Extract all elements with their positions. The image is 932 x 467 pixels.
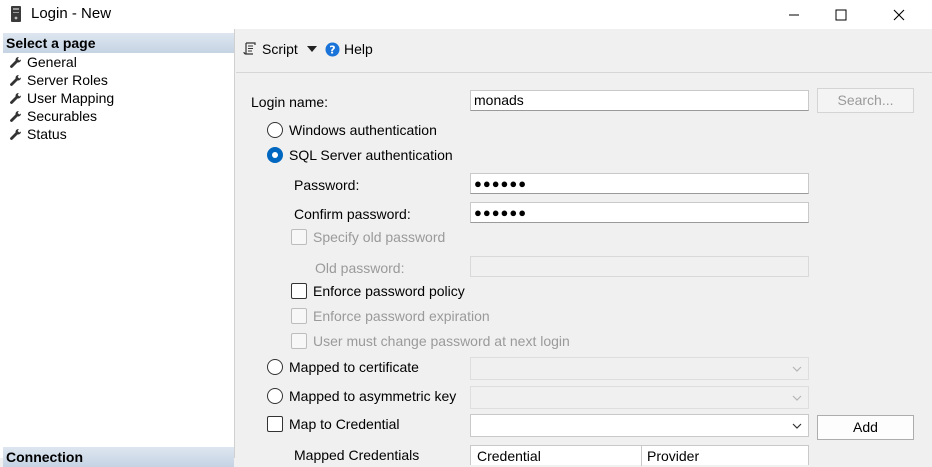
help-label: Help	[344, 41, 373, 57]
specify-old-password-label: Specify old password	[313, 229, 446, 245]
must-change-password-label: User must change password at next login	[313, 333, 570, 349]
password-field[interactable]: ●●●●●●	[470, 173, 809, 194]
confirm-password-field[interactable]: ●●●●●●	[470, 202, 809, 223]
credential-combo[interactable]	[470, 414, 809, 437]
close-icon	[893, 9, 905, 20]
toolbar: Script ? Help	[236, 29, 932, 73]
sql-auth-label: SQL Server authentication	[289, 147, 453, 163]
mapped-credentials-grid-header: Credential Provider	[470, 445, 809, 466]
login-name-label: Login name:	[251, 94, 329, 110]
search-button[interactable]: Search...	[817, 88, 914, 113]
chevron-down-icon	[792, 423, 802, 429]
page-selector-pane: Select a page General Server Roles User …	[0, 29, 235, 467]
page-item-label: User Mapping	[27, 90, 115, 106]
old-password-label: Old password:	[315, 260, 405, 276]
mapped-credentials-label: Mapped Credentials	[294, 447, 420, 463]
add-credential-button[interactable]: Add	[817, 415, 914, 440]
grid-column-provider[interactable]: Provider	[647, 448, 699, 464]
connection-header: Connection	[3, 447, 234, 467]
title-bar: Login - New	[0, 0, 932, 29]
map-to-credential-label: Map to Credential	[289, 416, 400, 432]
mapped-to-asymmetric-key-radio[interactable]	[267, 388, 283, 404]
minimize-icon	[789, 14, 799, 15]
confirm-password-label: Confirm password:	[294, 206, 411, 222]
server-app-icon	[11, 6, 21, 22]
mapped-to-asymmetric-key-label: Mapped to asymmetric key	[289, 388, 457, 404]
close-button[interactable]	[876, 0, 922, 29]
mapped-to-certificate-label: Mapped to certificate	[289, 359, 419, 375]
grid-column-divider	[641, 446, 642, 466]
mapped-to-certificate-radio[interactable]	[267, 359, 283, 375]
wrench-icon	[10, 128, 22, 140]
sql-auth-radio[interactable]	[267, 147, 283, 163]
certificate-combo[interactable]	[470, 357, 809, 380]
dropdown-arrow-icon[interactable]	[306, 45, 317, 53]
general-page-content: Login name: monads Search... Windows aut…	[236, 74, 932, 466]
page-item-status[interactable]: Status	[9, 125, 67, 143]
script-label: Script	[262, 41, 298, 57]
page-item-label: Securables	[27, 108, 98, 124]
asymmetric-key-combo[interactable]	[470, 386, 809, 409]
page-item-server-roles[interactable]: Server Roles	[9, 71, 108, 89]
script-button[interactable]: Script	[243, 39, 317, 59]
must-change-password-checkbox[interactable]	[291, 333, 307, 349]
password-label: Password:	[294, 177, 360, 193]
minimize-button[interactable]	[771, 0, 817, 29]
page-item-user-mapping[interactable]: User Mapping	[9, 89, 114, 107]
help-button[interactable]: ? Help	[325, 39, 373, 59]
enforce-password-expiration-checkbox[interactable]	[291, 308, 307, 324]
enforce-password-policy-label: Enforce password policy	[313, 283, 465, 299]
wrench-icon	[10, 110, 22, 122]
help-icon: ?	[325, 42, 340, 56]
login-name-input[interactable]: monads	[470, 90, 809, 111]
windows-auth-radio[interactable]	[267, 122, 283, 138]
wrench-icon	[10, 92, 22, 104]
maximize-button[interactable]	[818, 0, 864, 29]
script-icon	[243, 41, 256, 55]
svg-text:?: ?	[329, 43, 335, 56]
page-item-label: Status	[27, 126, 67, 142]
grid-column-credential[interactable]: Credential	[477, 448, 541, 464]
wrench-icon	[10, 56, 22, 68]
enforce-password-expiration-label: Enforce password expiration	[313, 308, 490, 324]
maximize-icon	[835, 9, 847, 20]
windows-auth-label: Windows authentication	[289, 122, 437, 138]
enforce-password-policy-checkbox[interactable]	[291, 283, 307, 299]
wrench-icon	[10, 74, 22, 86]
map-to-credential-checkbox[interactable]	[267, 416, 283, 432]
page-item-securables[interactable]: Securables	[9, 107, 97, 125]
page-item-general[interactable]: General	[9, 53, 77, 71]
specify-old-password-checkbox[interactable]	[291, 229, 307, 245]
old-password-field[interactable]	[470, 256, 809, 277]
chevron-down-icon	[792, 395, 802, 401]
select-a-page-header: Select a page	[3, 33, 234, 53]
window-title: Login - New	[31, 5, 112, 22]
page-item-label: General	[27, 54, 77, 70]
page-item-label: Server Roles	[27, 72, 108, 88]
chevron-down-icon	[792, 366, 802, 372]
